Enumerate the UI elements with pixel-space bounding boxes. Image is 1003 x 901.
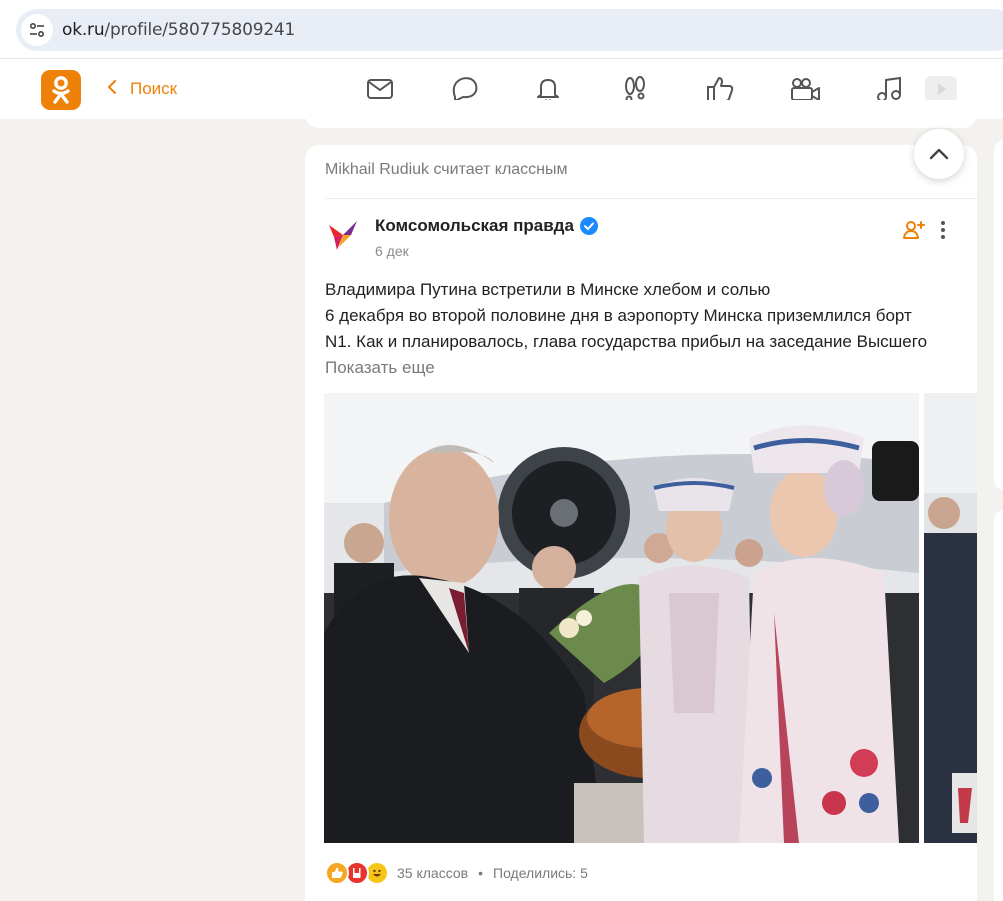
add-friend-icon[interactable] <box>902 218 926 242</box>
right-column-card <box>994 510 1003 901</box>
back-search-button[interactable]: Поиск <box>107 79 178 99</box>
shares-count[interactable]: Поделились: 5 <box>493 865 588 881</box>
site-settings-icon[interactable] <box>21 14 53 46</box>
post-body-line: N1. Как и планировалось, глава государст… <box>325 332 928 351</box>
like-reaction-icon[interactable] <box>325 861 349 885</box>
previous-post-card <box>305 100 977 128</box>
url-text: ok.ru/profile/580775809241 <box>62 20 296 40</box>
liked-by-text[interactable]: Mikhail Rudiuk считает классным <box>325 161 568 179</box>
chevron-left-icon <box>107 79 116 99</box>
browser-bar: ok.ru/profile/580775809241 <box>0 0 1003 58</box>
ok-logo-icon[interactable] <box>41 70 81 110</box>
video-play-icon[interactable] <box>924 75 958 103</box>
chevron-up-icon <box>929 148 949 160</box>
back-search-label: Поиск <box>130 79 178 98</box>
publisher-name-label: Комсомольская правда <box>375 216 574 235</box>
post-photo-next[interactable] <box>924 393 977 843</box>
post-footer: 35 классов • Поделились: 5 <box>325 858 588 888</box>
reactions-count[interactable]: 35 классов <box>397 865 468 881</box>
address-bar[interactable]: ok.ru/profile/580775809241 <box>16 9 1003 51</box>
more-options-icon[interactable] <box>935 218 951 242</box>
publisher-avatar[interactable] <box>325 217 361 253</box>
divider <box>325 198 977 199</box>
publisher-name[interactable]: Комсомольская правда <box>375 216 598 236</box>
verified-icon <box>579 217 598 235</box>
scroll-to-top-button[interactable] <box>914 129 964 179</box>
right-column-card <box>994 140 1003 490</box>
post-text: Владимира Путина встретили в Минске хлеб… <box>325 277 955 355</box>
post-card: Mikhail Rudiuk считает классным Комсомол… <box>305 145 977 901</box>
post-body-line: 6 декабря во второй половине дня в аэроп… <box>325 306 912 325</box>
post-photo[interactable] <box>324 393 919 843</box>
post-title: Владимира Путина встретили в Минске хлеб… <box>325 280 771 299</box>
show-more-link[interactable]: Показать еще <box>325 358 435 378</box>
separator-dot: • <box>478 865 483 881</box>
post-date[interactable]: 6 дек <box>375 243 409 259</box>
